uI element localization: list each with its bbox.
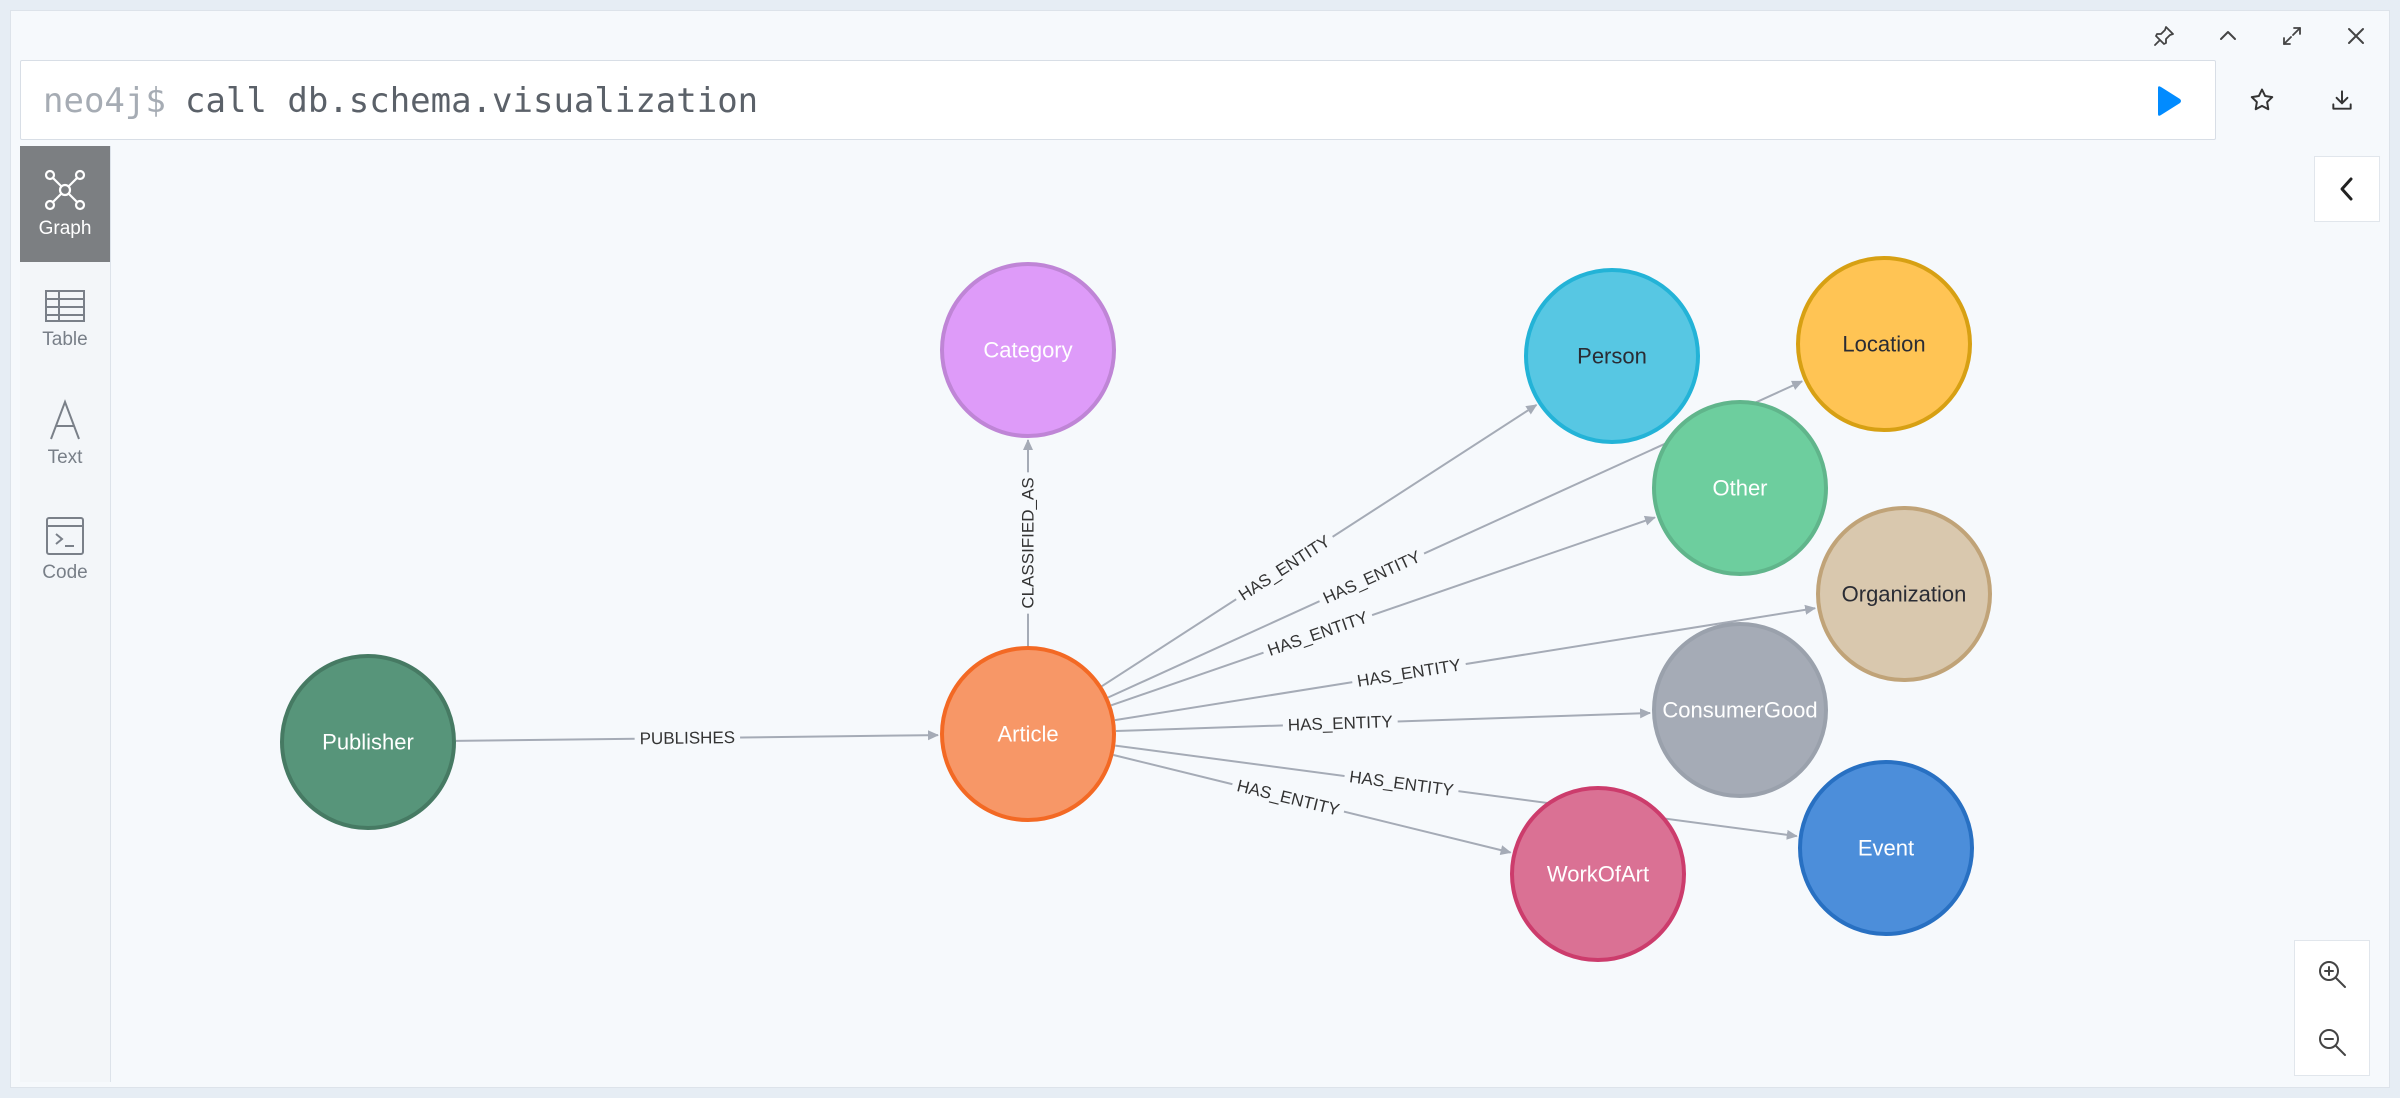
node-label: Event (1858, 836, 1914, 861)
relationship-type-label: HAS_ENTITY (1356, 655, 1463, 690)
node-label: Person (1577, 344, 1647, 369)
node-label: Article (997, 722, 1058, 747)
node-consumergood[interactable]: ConsumerGood (1652, 622, 1828, 798)
node-label: ConsumerGood (1662, 698, 1817, 723)
graph-canvas[interactable]: PUBLISHESCLASSIFIED_AS HAS_ENTITYHAS_ENTI… (0, 0, 2400, 1098)
zoom-controls (2294, 940, 2370, 1076)
node-label: Location (1842, 332, 1925, 357)
node-label: Other (1712, 476, 1767, 501)
relationship-type-label: HAS_ENTITY (1265, 608, 1370, 660)
relationship-type-label: PUBLISHES (640, 728, 736, 748)
toggle-inspector-button[interactable] (2314, 156, 2380, 222)
relationship-article-workofart[interactable]: HAS_ENTITY (1113, 754, 1512, 856)
node-label: Publisher (322, 730, 414, 755)
node-label: WorkOfArt (1547, 862, 1649, 887)
node-category[interactable]: Category (940, 262, 1116, 438)
node-publisher[interactable]: Publisher (280, 654, 456, 830)
node-label: Category (983, 338, 1072, 363)
zoom-in-icon (2319, 961, 2346, 988)
zoom-in-button[interactable] (2295, 941, 2369, 1007)
relationship-article-category[interactable]: CLASSIFIED_AS (1017, 439, 1039, 646)
chevron-left-icon (2340, 177, 2353, 201)
node-label: Organization (1842, 582, 1967, 607)
relationship-type-label: HAS_ENTITY (1288, 712, 1393, 735)
relationship-type-label: CLASSIFIED_AS (1019, 477, 1038, 608)
node-person[interactable]: Person (1524, 268, 1700, 444)
node-article[interactable]: Article (940, 646, 1116, 822)
relationship-type-label: HAS_ENTITY (1235, 776, 1341, 819)
relationship-type-label: HAS_ENTITY (1348, 767, 1454, 800)
node-location[interactable]: Location (1796, 256, 1972, 432)
zoom-out-button[interactable] (2295, 1009, 2369, 1075)
relationship-article-consumergood[interactable]: HAS_ENTITY (1115, 708, 1652, 736)
node-other[interactable]: Other (1652, 400, 1828, 576)
relationship-publisher-article[interactable]: PUBLISHES (455, 726, 940, 750)
zoom-out-icon (2319, 1029, 2346, 1056)
node-organization[interactable]: Organization (1816, 506, 1992, 682)
node-workofart[interactable]: WorkOfArt (1510, 786, 1686, 962)
relationship-type-label: HAS_ENTITY (1320, 547, 1423, 608)
node-event[interactable]: Event (1798, 760, 1974, 936)
